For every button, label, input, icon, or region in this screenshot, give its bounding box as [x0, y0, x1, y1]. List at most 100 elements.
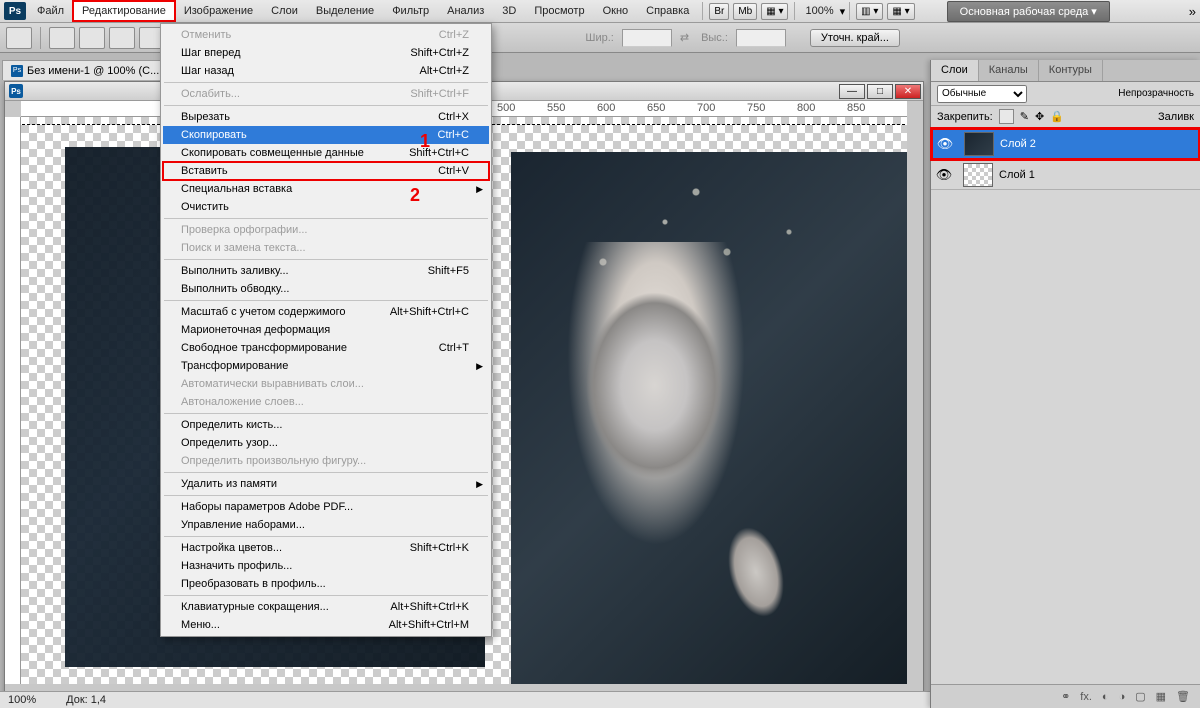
tab-paths[interactable]: Контуры — [1039, 60, 1103, 81]
mask-icon[interactable]: ◐ — [1102, 691, 1109, 703]
overflow-icon[interactable]: » — [1189, 4, 1196, 19]
menu-bar: Ps Файл Редактирование Изображение Слои … — [0, 0, 1200, 23]
adjustment-icon[interactable]: ◑ — [1119, 691, 1126, 703]
menu-item[interactable]: Наборы параметров Adobe PDF... — [163, 498, 489, 516]
menu-analysis[interactable]: Анализ — [438, 1, 493, 21]
new-layer-icon[interactable]: ▦ — [1156, 690, 1166, 703]
menu-item[interactable]: Трансформирование▶ — [163, 357, 489, 375]
menu-item[interactable]: СкопироватьCtrl+C — [163, 126, 489, 144]
zoom-value[interactable]: 100% — [799, 3, 839, 19]
menu-item[interactable]: Шаг впередShift+Ctrl+Z — [163, 44, 489, 62]
menu-item[interactable]: Свободное трансформированиеCtrl+T — [163, 339, 489, 357]
tool-preset[interactable] — [6, 27, 32, 49]
menu-item: Автоналожение слоев... — [163, 393, 489, 411]
menu-item[interactable]: Шаг назадAlt+Ctrl+Z — [163, 62, 489, 80]
menu-item[interactable]: Удалить из памяти▶ — [163, 475, 489, 493]
layer-content-photo — [511, 152, 907, 684]
menu-item[interactable]: Масштаб с учетом содержимогоAlt+Shift+Ct… — [163, 303, 489, 321]
close-button[interactable]: ✕ — [895, 84, 921, 99]
workspace-button[interactable]: Основная рабочая среда ▾ — [947, 1, 1110, 22]
menu-select[interactable]: Выделение — [307, 1, 383, 21]
menu-window[interactable]: Окно — [594, 1, 638, 21]
layer-thumbnail[interactable] — [964, 132, 994, 156]
menu-item[interactable]: ВставитьCtrl+V — [163, 162, 489, 180]
menu-edit[interactable]: Редактирование — [73, 1, 175, 21]
menu-item[interactable]: Клавиатурные сокращения...Alt+Shift+Ctrl… — [163, 598, 489, 616]
blend-mode-select[interactable]: Обычные — [937, 85, 1027, 103]
document-tab-title: Без имени-1 @ 100% (С... — [27, 65, 159, 77]
menu-item[interactable]: Специальная вставка▶ — [163, 180, 489, 198]
selection-subtract[interactable] — [109, 27, 135, 49]
menu-item[interactable]: Определить кисть... — [163, 416, 489, 434]
layer-name[interactable]: Слой 1 — [999, 169, 1035, 181]
menu-item[interactable]: Очистить — [163, 198, 489, 216]
maximize-button[interactable]: □ — [867, 84, 893, 99]
layer-thumbnail[interactable] — [963, 163, 993, 187]
menu-image[interactable]: Изображение — [175, 1, 262, 21]
layer-row[interactable]: 👁 Слой 2 — [932, 129, 1199, 159]
menu-item[interactable]: Определить узор... — [163, 434, 489, 452]
menu-item[interactable]: Меню...Alt+Shift+Ctrl+M — [163, 616, 489, 634]
menu-item[interactable]: Скопировать совмещенные данныеShift+Ctrl… — [163, 144, 489, 162]
document-tab[interactable]: Ps Без имени-1 @ 100% (С... — [2, 60, 168, 80]
visibility-icon[interactable]: 👁 — [932, 136, 958, 152]
refine-edge-button[interactable]: Уточн. край... — [810, 29, 900, 47]
screen-mode-button[interactable]: ▦ ▾ — [761, 3, 788, 20]
lock-transparency-icon[interactable] — [999, 109, 1014, 124]
extras-button[interactable]: ▦ ▾ — [887, 3, 914, 20]
menu-item[interactable]: Преобразовать в профиль... — [163, 575, 489, 593]
width-field[interactable] — [622, 29, 672, 47]
ps-icon: Ps — [9, 84, 23, 98]
ps-icon: Ps — [11, 65, 23, 77]
link-icon[interactable]: ⚭ — [1061, 690, 1070, 703]
separator — [702, 2, 703, 20]
lock-brush-icon[interactable]: ✎ — [1020, 110, 1029, 123]
arrange-button[interactable]: ▥ ▾ — [856, 3, 883, 20]
menu-filter[interactable]: Фильтр — [383, 1, 438, 21]
separator — [849, 2, 850, 20]
layers-panel: Слои Каналы Контуры Обычные Непрозрачнос… — [930, 60, 1200, 708]
lock-row: Закрепить: ✎ ✥ 🔒 Заливк — [931, 106, 1200, 128]
folder-icon[interactable]: ▢ — [1135, 690, 1145, 703]
menu-view[interactable]: Просмотр — [525, 1, 593, 21]
menu-item[interactable]: Марионеточная деформация — [163, 321, 489, 339]
fx-button[interactable]: fx. — [1080, 691, 1092, 703]
layer-row[interactable]: 👁 Слой 1 — [931, 160, 1200, 190]
lock-all-icon[interactable]: 🔒 — [1050, 110, 1064, 123]
lock-label: Закрепить: — [937, 111, 993, 123]
tab-channels[interactable]: Каналы — [979, 60, 1039, 81]
bridge-button[interactable]: Br — [709, 3, 729, 20]
tab-layers[interactable]: Слои — [931, 60, 979, 81]
width-label: Шир.: — [581, 32, 617, 44]
swap-icon[interactable]: ⇄ — [680, 31, 689, 44]
menu-item[interactable]: Назначить профиль... — [163, 557, 489, 575]
opacity-label: Непрозрачность — [1118, 88, 1194, 99]
trash-icon[interactable]: 🗑 — [1176, 690, 1190, 703]
app-logo: Ps — [4, 2, 26, 20]
lock-move-icon[interactable]: ✥ — [1035, 110, 1044, 123]
minimize-button[interactable]: — — [839, 84, 865, 99]
menu-item[interactable]: Управление наборами... — [163, 516, 489, 534]
menu-file[interactable]: Файл — [28, 1, 73, 21]
height-field[interactable] — [736, 29, 786, 47]
menu-item[interactable]: Выполнить обводку... — [163, 280, 489, 298]
visibility-icon[interactable]: 👁 — [931, 167, 957, 183]
minibridge-button[interactable]: Mb — [733, 3, 757, 20]
status-doc[interactable]: Док: 1,4 — [66, 694, 106, 706]
menu-help[interactable]: Справка — [637, 1, 698, 21]
menu-item: Поиск и замена текста... — [163, 239, 489, 257]
menu-item[interactable]: Настройка цветов...Shift+Ctrl+K — [163, 539, 489, 557]
layer-options-row: Обычные Непрозрачность — [931, 82, 1200, 106]
menu-item: Определить произвольную фигуру... — [163, 452, 489, 470]
zoom-dropdown-icon[interactable]: ▾ — [840, 5, 846, 18]
menu-item[interactable]: ВырезатьCtrl+X — [163, 108, 489, 126]
menu-3d[interactable]: 3D — [493, 1, 525, 21]
selection-add[interactable] — [79, 27, 105, 49]
menu-layers[interactable]: Слои — [262, 1, 307, 21]
menu-item: Автоматически выравнивать слои... — [163, 375, 489, 393]
menu-item[interactable]: Выполнить заливку...Shift+F5 — [163, 262, 489, 280]
layer-name[interactable]: Слой 2 — [1000, 138, 1036, 150]
status-zoom[interactable]: 100% — [8, 694, 36, 706]
panel-footer: ⚭ fx. ◐ ◑ ▢ ▦ 🗑 — [931, 684, 1200, 708]
selection-new[interactable] — [49, 27, 75, 49]
